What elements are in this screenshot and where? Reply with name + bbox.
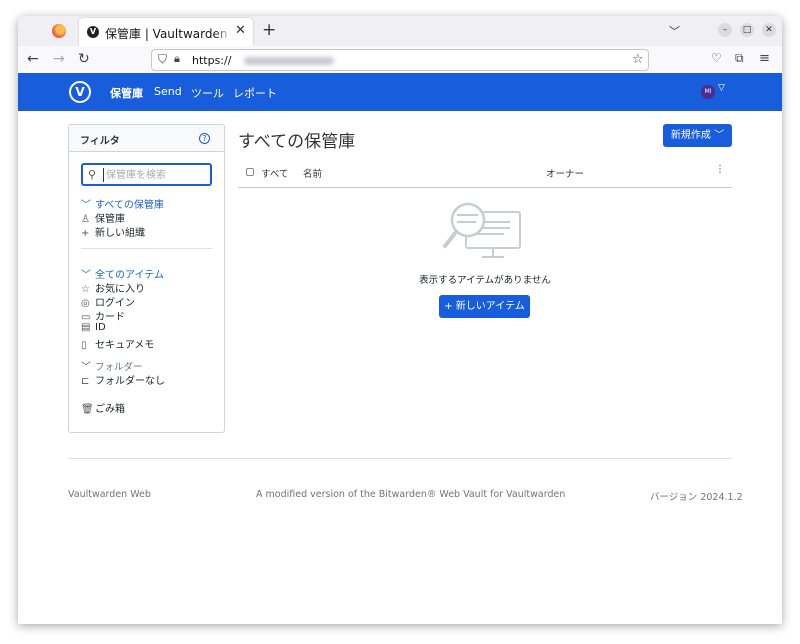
- nav-tools[interactable]: ツール: [191, 85, 224, 101]
- chevron-down-icon: ﹀: [81, 362, 91, 373]
- plus-icon: +: [444, 301, 453, 312]
- chevron-down-icon: ﹀: [714, 130, 725, 141]
- column-name: 名前: [303, 169, 323, 180]
- new-button-label: 新規作成: [670, 130, 711, 141]
- filter-secure-note[interactable]: ▯ セキュアメモ: [81, 336, 154, 351]
- menu-icon[interactable]: ≡: [759, 51, 770, 66]
- browser-tab[interactable]: V 保管庫 | Vaultwarden Web ✕: [79, 18, 253, 46]
- note-icon: ▯: [81, 340, 87, 351]
- table-header-divider: [238, 187, 732, 188]
- url-text: https://: [192, 54, 232, 67]
- id-icon: ▤: [81, 322, 91, 333]
- close-tab-icon[interactable]: ✕: [235, 23, 246, 38]
- empty-vault-illustration-icon: [443, 202, 521, 258]
- chevron-down-icon: ﹀: [81, 270, 91, 281]
- new-item-button-label: 新しいアイテム: [455, 301, 525, 312]
- url-bar[interactable]: ⛉ 🔒︎ https:// ☆: [151, 49, 649, 71]
- bookmark-star-icon[interactable]: ☆: [632, 52, 644, 67]
- footer-version: バージョン 2024.1.2: [650, 492, 743, 503]
- nav-vault[interactable]: 保管庫: [110, 85, 143, 101]
- account-caret-icon[interactable]: ▽: [718, 83, 725, 93]
- filter-login[interactable]: ◎ ログイン: [81, 294, 135, 309]
- filter-favorites[interactable]: ☆ お気に入り: [81, 280, 145, 295]
- nav-reports[interactable]: レポート: [233, 85, 277, 101]
- filter-header: フィルタ ?: [69, 125, 224, 152]
- select-all-checkbox[interactable]: [246, 168, 254, 176]
- kebab-icon[interactable]: ⋮: [715, 164, 725, 175]
- back-icon[interactable]: ←: [27, 51, 39, 67]
- tab-list-chevron-icon[interactable]: ﹀: [669, 23, 680, 39]
- chevron-down-icon: ﹀: [81, 200, 91, 211]
- filter-no-folder-label: フォルダーなし: [95, 376, 165, 387]
- pocket-icon[interactable]: ♡: [711, 51, 722, 65]
- forward-icon[interactable]: →: [53, 51, 65, 67]
- filter-new-org-label: 新しい組織: [95, 228, 145, 239]
- filter-trash[interactable]: 🗑︎ごみ箱: [81, 400, 125, 415]
- filter-identity-label: ID: [95, 322, 106, 333]
- column-owner: オーナー: [546, 169, 585, 180]
- footer-credit: A modified version of the Bitwarden® Web…: [256, 489, 566, 500]
- app-header: V 保管庫 Send ツール レポート MI ▽: [18, 73, 782, 111]
- vaultwarden-logo-icon[interactable]: V: [69, 81, 91, 103]
- browser-toolbar: ← → ↻ ⛉ 🔒︎ https:// ☆ ♡ ⧉ ≡: [18, 46, 782, 74]
- column-all[interactable]: すべて: [261, 166, 288, 180]
- tab-title: 保管庫 | Vaultwarden Web: [105, 27, 233, 41]
- filter-title: フィルタ: [80, 136, 120, 147]
- filter-card[interactable]: ▭ カード: [81, 308, 125, 323]
- plus-icon: +: [81, 228, 90, 239]
- search-icon: ⚲: [88, 168, 97, 181]
- browser-window: V 保管庫 | Vaultwarden Web ✕ + ﹀ – □ ✕ ← → …: [18, 16, 782, 624]
- extensions-icon[interactable]: ⧉: [735, 51, 744, 66]
- vaultwarden-favicon-icon: V: [87, 26, 99, 38]
- firefox-logo-icon[interactable]: [52, 24, 66, 38]
- filter-panel: フィルタ ? ⚲ ﹀すべての保管庫 ♙保管庫 + 新しい組織 ﹀全てのアイテム ☆…: [68, 124, 225, 433]
- filter-all-vaults[interactable]: ﹀ すべての保管庫: [81, 196, 164, 211]
- footer-divider: [68, 458, 732, 459]
- filter-new-org[interactable]: + 新しい組織: [81, 224, 145, 239]
- filter-all-items[interactable]: ﹀ 全てのアイテム: [81, 266, 164, 281]
- reload-icon[interactable]: ↻: [78, 51, 90, 67]
- page-title: すべての保管庫: [238, 132, 356, 152]
- new-item-button[interactable]: + 新しいアイテム: [439, 295, 530, 318]
- close-window-icon[interactable]: ✕: [762, 23, 776, 37]
- maximize-icon[interactable]: □: [740, 23, 754, 37]
- nav-send[interactable]: Send: [154, 85, 182, 98]
- filter-divider: [81, 248, 212, 249]
- empty-message: 表示するアイテムがありません: [419, 275, 551, 286]
- search-input[interactable]: [103, 168, 207, 182]
- filter-no-folder[interactable]: ⊏ フォルダーなし: [81, 372, 165, 387]
- lock-icon[interactable]: 🔒︎: [174, 52, 180, 66]
- help-icon[interactable]: ?: [199, 133, 210, 144]
- footer-app-name: Vaultwarden Web: [68, 489, 151, 500]
- shield-icon[interactable]: ⛉: [158, 52, 167, 67]
- folder-icon: ⊏: [81, 376, 90, 387]
- new-tab-icon[interactable]: +: [262, 20, 276, 40]
- filter-folders[interactable]: ﹀ フォルダー: [81, 358, 143, 373]
- vault-search[interactable]: ⚲: [81, 163, 212, 186]
- filter-secure-note-label: セキュアメモ: [95, 340, 155, 351]
- minimize-icon[interactable]: –: [718, 23, 732, 37]
- tab-strip: V 保管庫 | Vaultwarden Web ✕ + ﹀ – □ ✕: [18, 16, 782, 46]
- avatar[interactable]: MI: [701, 85, 715, 99]
- new-button[interactable]: 新規作成 ﹀: [663, 124, 732, 147]
- filter-trash-label: ごみ箱: [95, 404, 125, 415]
- filter-my-vault[interactable]: ♙ 保管庫: [81, 210, 125, 225]
- trash-icon: 🗑︎: [81, 404, 94, 415]
- url-redacted: [244, 57, 334, 65]
- filter-identity[interactable]: ▤ ID: [81, 322, 106, 333]
